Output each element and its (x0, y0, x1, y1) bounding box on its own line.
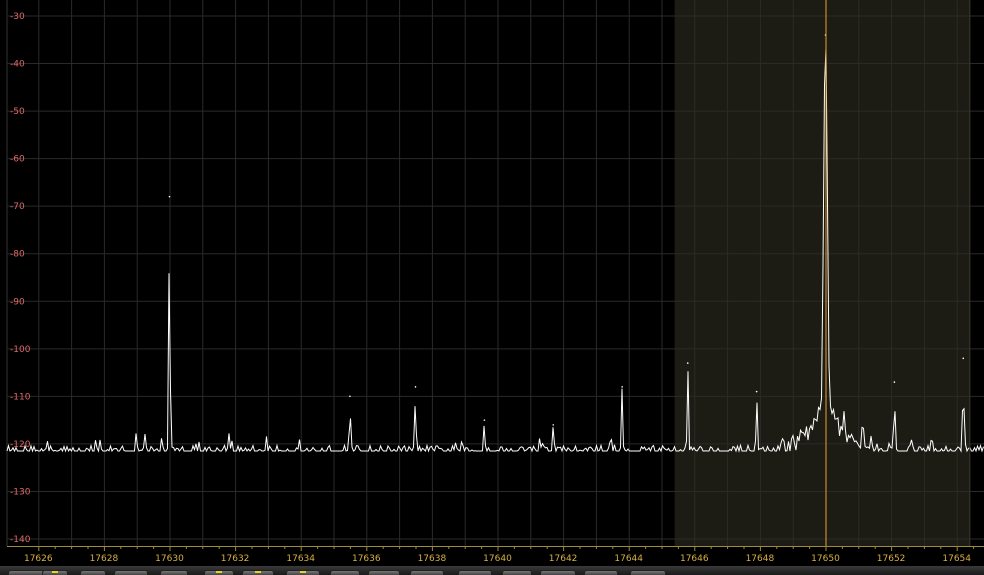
x-tick-label: 17642 (549, 554, 578, 564)
y-tick-label: -130 (10, 487, 31, 497)
peak-point (414, 386, 417, 388)
x-tick-label: 17654 (942, 554, 971, 564)
toolbar-button[interactable] (80, 570, 106, 575)
toolbar-button[interactable] (540, 570, 576, 575)
x-tick-label: 17638 (418, 554, 447, 564)
toolbar-button[interactable] (584, 570, 618, 575)
peak-point (893, 381, 896, 383)
x-tick-label: 17644 (614, 554, 643, 564)
x-tick-label: 17648 (746, 554, 775, 564)
y-tick-label: -40 (10, 60, 25, 70)
x-tick-label: 17646 (680, 554, 709, 564)
y-tick-label: -70 (10, 202, 25, 212)
toolbar-button[interactable] (630, 570, 666, 575)
y-tick-label: -50 (10, 107, 25, 117)
y-tick-label: -90 (10, 297, 25, 307)
x-tick-label: 17632 (221, 554, 250, 564)
peak-point (349, 395, 351, 398)
peak-point (962, 357, 965, 360)
toolbar-led-indicator (300, 571, 306, 573)
toolbar-button[interactable] (160, 570, 188, 575)
toolbar-led-indicator (52, 571, 58, 573)
x-tick-label: 17640 (483, 554, 512, 564)
x-axis: 17626 17628 17630 17632 17634 17636 17638 17640… (7, 546, 984, 564)
toolbar-led-indicator (216, 571, 222, 573)
passband-region (674, 0, 970, 546)
toolbar-led-indicator (255, 571, 261, 573)
peak-point (483, 419, 486, 421)
peak-point (686, 362, 689, 364)
y-axis-labels: -30-40-50-60-70-80-90-100-110-120-130-14… (10, 12, 31, 545)
x-tick-label: 17630 (155, 554, 184, 564)
y-tick-label: -60 (10, 155, 25, 165)
x-tick-label: 17650 (811, 554, 840, 564)
x-tick-label: 17634 (286, 554, 315, 564)
x-tick-label: 17636 (352, 554, 381, 564)
y-tick-label: -140 (10, 535, 31, 545)
bottom-toolbar (0, 566, 984, 575)
toolbar-button[interactable] (286, 570, 320, 575)
spectrum-plot[interactable]: -30-40-50-60-70-80-90-100-110-120-130-14… (0, 0, 984, 575)
y-tick-label: -110 (10, 392, 31, 402)
x-tick-label: 17626 (24, 554, 53, 564)
toolbar-button[interactable] (204, 570, 234, 575)
toolbar-button[interactable] (410, 570, 444, 575)
y-tick-label: -30 (10, 12, 25, 22)
toolbar-button[interactable] (330, 570, 360, 575)
toolbar-button[interactable] (458, 570, 492, 575)
toolbar-button[interactable] (502, 570, 532, 575)
y-tick-label: -80 (10, 250, 25, 260)
peak-point (552, 424, 555, 426)
x-tick-label: 17652 (877, 554, 906, 564)
peak-point (755, 390, 758, 393)
toolbar-button[interactable] (242, 570, 274, 575)
y-tick-label: -100 (10, 345, 31, 355)
toolbar-button[interactable] (114, 570, 148, 575)
toolbar-button[interactable] (42, 570, 68, 575)
x-tick-label: 17628 (90, 554, 119, 564)
toolbar-button[interactable] (368, 570, 400, 575)
toolbar-button[interactable] (8, 570, 44, 575)
peak-point (168, 195, 171, 198)
passband-layer (674, 0, 970, 546)
peak-point (621, 386, 623, 388)
